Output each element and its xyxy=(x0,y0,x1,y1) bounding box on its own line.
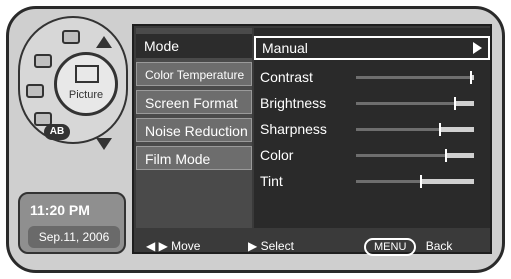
setting-label: Sharpness xyxy=(260,121,327,137)
clock-date: Sep.11, 2006 xyxy=(28,226,120,248)
tv-icon[interactable] xyxy=(62,30,80,44)
select-arrow-icon: ▶ xyxy=(248,239,258,253)
setting-row-contrast[interactable]: Contrast xyxy=(260,66,486,88)
menu-button[interactable]: MENU xyxy=(364,238,417,256)
help-bar: ◀ ▶ Move ▶ Select MENU Back xyxy=(136,236,490,256)
menu-item-film-mode[interactable]: Film Mode xyxy=(136,146,252,170)
clock-panel: 11:20 PM Sep.11, 2006 xyxy=(18,192,126,254)
ab-icon[interactable]: AB xyxy=(44,124,70,140)
select-hint: ▶ Select xyxy=(248,236,294,256)
antenna-icon[interactable] xyxy=(26,84,44,98)
dial-up-arrow-icon[interactable] xyxy=(96,36,112,48)
mode-selector[interactable]: Manual xyxy=(254,36,490,60)
picture-dial-center[interactable]: Picture xyxy=(54,52,118,116)
setting-row-tint[interactable]: Tint xyxy=(260,170,486,192)
picture-menu: Mode Color Temperature Screen Format Noi… xyxy=(136,28,252,228)
setting-slider[interactable] xyxy=(356,149,474,162)
menu-item-color-temperature[interactable]: Color Temperature xyxy=(136,62,252,86)
menu-item-screen-format[interactable]: Screen Format xyxy=(136,90,252,114)
setting-row-sharpness[interactable]: Sharpness xyxy=(260,118,486,140)
setting-row-brightness[interactable]: Brightness xyxy=(260,92,486,114)
picture-label: Picture xyxy=(68,89,104,101)
select-label: Select xyxy=(260,239,294,253)
speaker-icon[interactable] xyxy=(34,54,52,68)
setting-row-color[interactable]: Color xyxy=(260,144,486,166)
setting-slider[interactable] xyxy=(356,175,474,188)
setting-slider[interactable] xyxy=(356,71,474,84)
setting-label: Contrast xyxy=(260,69,313,85)
picture-icon xyxy=(75,65,99,83)
chevron-right-icon xyxy=(473,42,482,54)
left-right-arrows-icon: ◀ ▶ xyxy=(146,239,168,253)
mode-value: Manual xyxy=(262,40,308,56)
setting-label: Tint xyxy=(260,173,283,189)
dial-down-arrow-icon[interactable] xyxy=(96,138,112,150)
setting-label: Color xyxy=(260,147,294,163)
back-label: Back xyxy=(425,239,453,253)
setting-label: Brightness xyxy=(260,95,327,111)
menu-item-mode[interactable]: Mode xyxy=(136,34,252,58)
back-hint: MENU Back xyxy=(364,236,452,256)
setting-slider[interactable] xyxy=(356,123,474,136)
move-hint: ◀ ▶ Move xyxy=(146,236,200,256)
move-label: Move xyxy=(171,239,201,253)
clock-time: 11:20 PM xyxy=(30,202,90,218)
menu-item-noise-reduction[interactable]: Noise Reduction xyxy=(136,118,252,142)
setting-slider[interactable] xyxy=(356,97,474,110)
settings-area: Manual Contrast Brightness Sharpness Col… xyxy=(254,28,490,228)
